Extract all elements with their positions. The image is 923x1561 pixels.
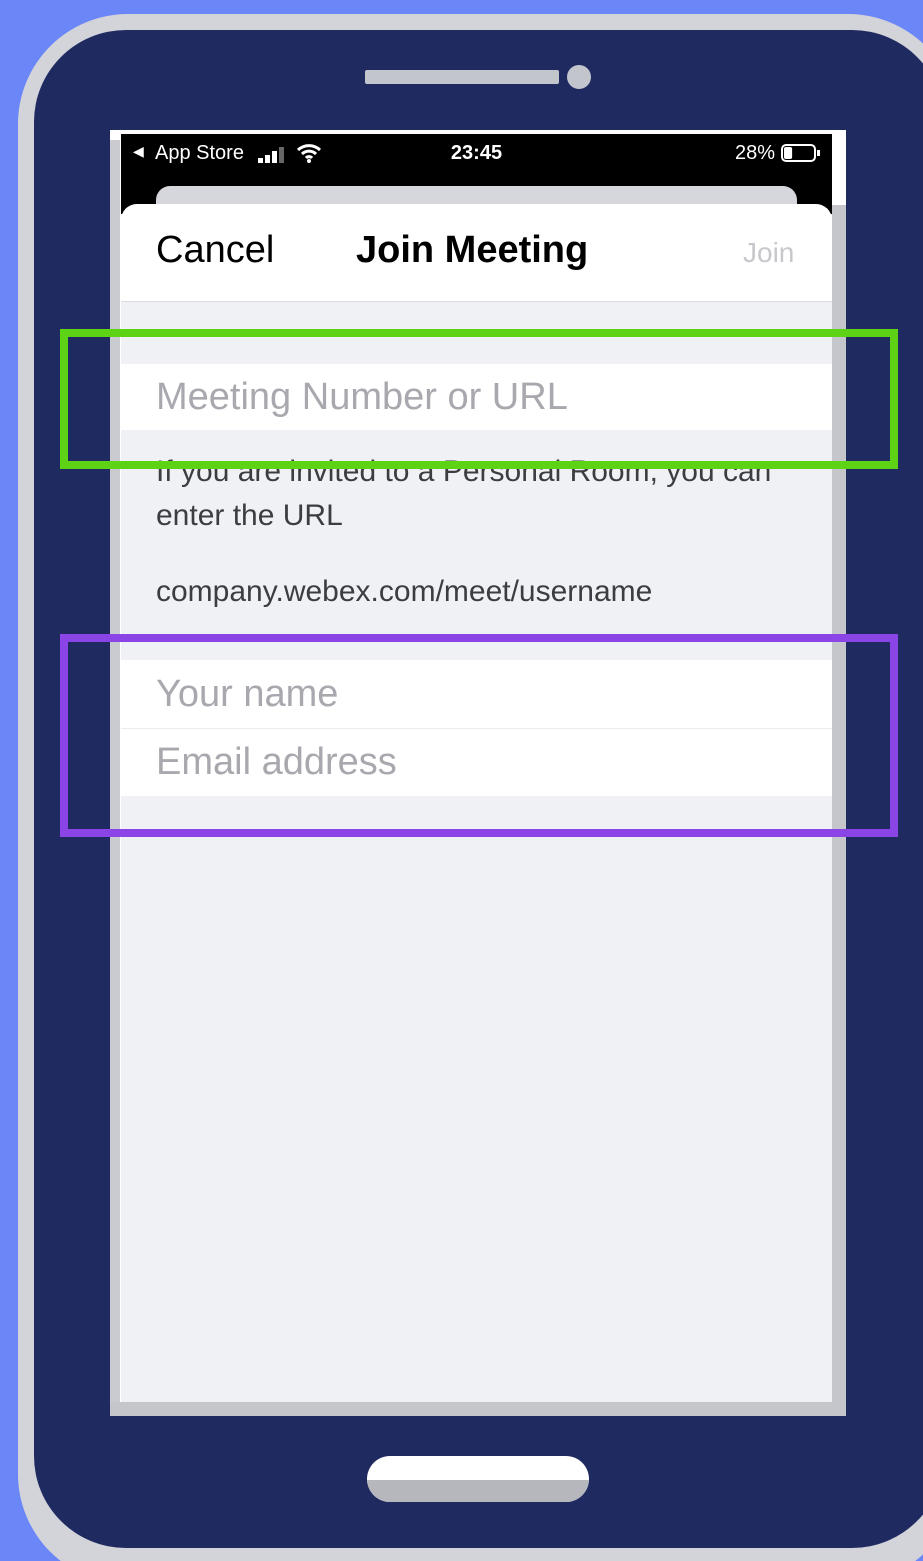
cancel-button[interactable]: Cancel bbox=[156, 229, 274, 272]
phone-camera bbox=[567, 65, 591, 89]
meeting-number-highlight-box bbox=[60, 329, 898, 469]
home-button[interactable] bbox=[367, 1456, 589, 1502]
name-email-highlight-box bbox=[60, 634, 898, 837]
page-title: Join Meeting bbox=[356, 229, 589, 271]
status-time: 23:45 bbox=[450, 142, 503, 164]
url-example: company.webex.com/meet/username bbox=[156, 575, 653, 608]
screen-edge-bottom bbox=[110, 1402, 846, 1416]
phone-speaker bbox=[365, 70, 559, 84]
battery-percent: 28% bbox=[735, 142, 776, 164]
battery-icon bbox=[781, 144, 820, 162]
join-button[interactable]: Join bbox=[743, 237, 794, 269]
navigation-bar: Cancel Join Meeting Join bbox=[121, 204, 832, 302]
